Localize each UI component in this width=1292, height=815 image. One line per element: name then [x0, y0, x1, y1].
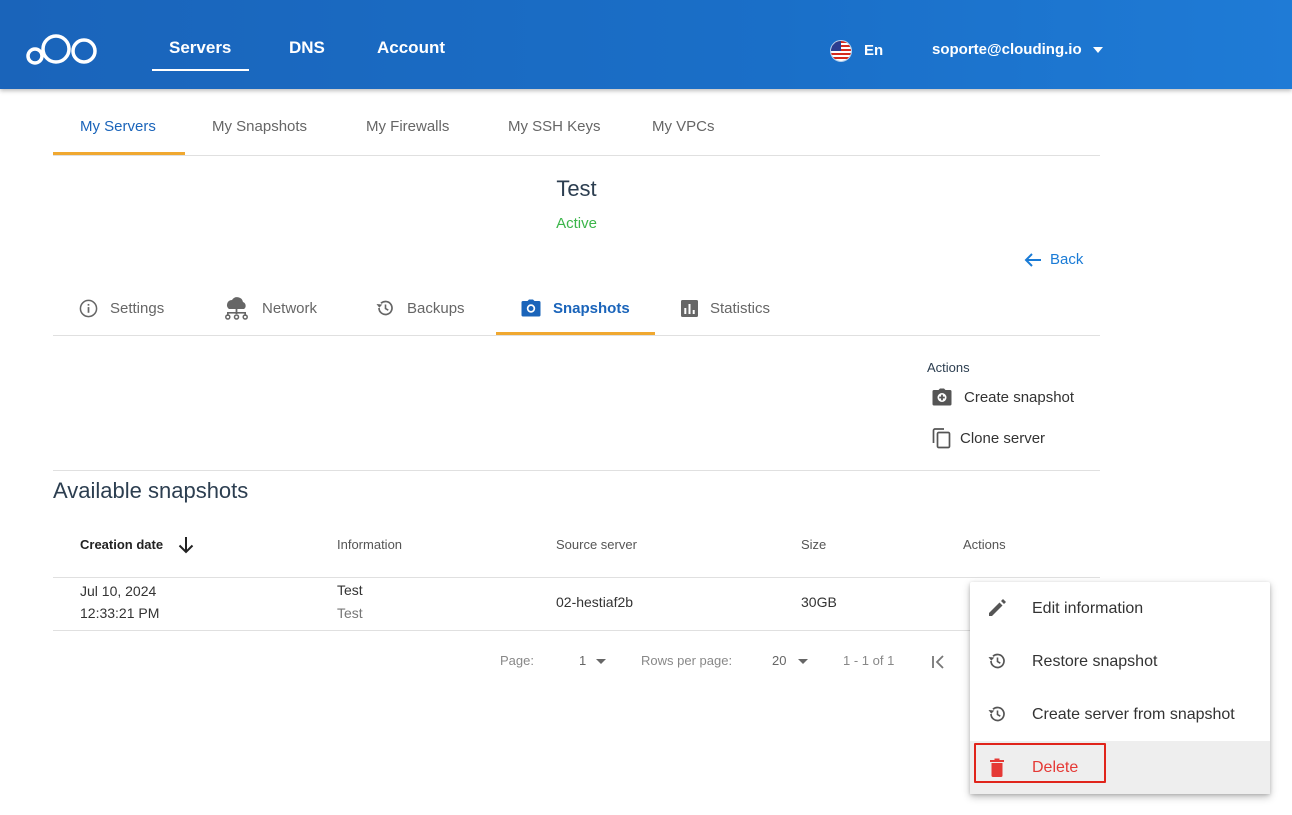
sort-arrow-down-icon[interactable]: [177, 535, 195, 555]
divider: [53, 577, 1100, 578]
divider: [53, 630, 1100, 631]
cloud-network-icon: [225, 297, 248, 320]
add-photo-icon: [932, 388, 952, 406]
tab-my-snapshots[interactable]: My Snapshots: [212, 118, 307, 135]
camera-icon: [521, 299, 541, 317]
bar-chart-icon: [681, 299, 698, 317]
tab-settings-label: Settings: [110, 299, 165, 317]
tab-snapshots[interactable]: Snapshots: [521, 296, 630, 320]
snapshot-time: 12:33:21 PM: [80, 605, 160, 621]
snapshot-source-server: 02-hestiaf2b: [556, 594, 634, 610]
nav-active-indicator: [152, 69, 249, 71]
tab-my-vpcs[interactable]: My VPCs: [652, 118, 715, 135]
section-title: Available snapshots: [53, 478, 249, 503]
chevron-down-icon[interactable]: [1093, 47, 1103, 53]
us-flag-icon[interactable]: [830, 40, 852, 62]
create-snapshot-button[interactable]: Create snapshot: [932, 388, 1074, 406]
tab-backups[interactable]: Backups: [375, 296, 465, 320]
history-icon: [988, 653, 1005, 669]
info-icon: [79, 299, 98, 317]
tab-network[interactable]: Network: [223, 296, 317, 320]
menu-item-restore-snapshot[interactable]: Restore snapshot: [970, 635, 1270, 688]
snapshot-date: Jul 10, 2024: [80, 583, 157, 599]
page-label: Page:: [500, 653, 534, 668]
menu-item-edit-information[interactable]: Edit information: [970, 582, 1270, 635]
pencil-icon: [989, 599, 1006, 616]
tab-backups-label: Backups: [407, 299, 465, 317]
snapshot-size: 30GB: [801, 594, 837, 610]
chevron-down-icon: [595, 659, 606, 665]
user-menu[interactable]: soporte@clouding.io: [932, 41, 1082, 58]
snapshot-actions-menu: Edit information Restore snapshot Create…: [970, 582, 1270, 794]
rows-per-page-select[interactable]: 20: [772, 653, 809, 668]
clone-server-button[interactable]: Clone server: [932, 428, 1045, 449]
column-header-source-server: Source server: [556, 537, 637, 552]
menu-item-delete[interactable]: Delete: [970, 741, 1270, 794]
rows-per-page-label: Rows per page:: [641, 653, 733, 668]
column-header-creation-date[interactable]: Creation date: [80, 537, 163, 552]
tab-my-ssh-keys[interactable]: My SSH Keys: [508, 118, 601, 135]
delete-highlight-box: [974, 743, 1106, 783]
nav-dns[interactable]: DNS: [289, 38, 325, 58]
nav-account[interactable]: Account: [377, 38, 445, 58]
tab-settings[interactable]: Settings: [79, 296, 164, 320]
tab-statistics-label: Statistics: [710, 299, 771, 317]
tab-snapshots-label: Snapshots: [553, 299, 630, 317]
back-label: Back: [1050, 251, 1084, 268]
server-status: Active: [556, 215, 597, 232]
history-icon: [988, 706, 1005, 722]
menu-item-create-server-from-snapshot[interactable]: Create server from snapshot: [970, 688, 1270, 741]
tab-my-firewalls[interactable]: My Firewalls: [366, 118, 449, 135]
history-icon: [376, 300, 393, 316]
snapshot-info-name: Test: [337, 582, 363, 598]
divider: [53, 335, 1100, 336]
top-navigation-bar: Servers DNS Account En soporte@clouding.…: [0, 0, 1292, 89]
pagination-range: 1 - 1 of 1: [843, 653, 895, 668]
language-selector[interactable]: En: [864, 42, 883, 59]
clouding-logo[interactable]: [26, 32, 98, 66]
chevron-down-icon: [798, 659, 809, 665]
copy-icon: [932, 428, 951, 449]
first-page-icon[interactable]: [931, 655, 945, 669]
back-button[interactable]: Back: [1024, 251, 1083, 268]
clone-server-label: Clone server: [960, 430, 1046, 447]
create-snapshot-label: Create snapshot: [964, 388, 1075, 406]
server-name: Test: [556, 176, 597, 201]
snapshot-info-description: Test: [337, 605, 363, 621]
tab-network-label: Network: [262, 299, 318, 317]
page-select[interactable]: 1: [579, 653, 606, 668]
column-header-size: Size: [801, 537, 827, 552]
tab-statistics[interactable]: Statistics: [681, 296, 770, 320]
column-header-information: Information: [337, 537, 403, 552]
tab-my-servers[interactable]: My Servers: [80, 118, 156, 135]
actions-title: Actions: [927, 360, 970, 375]
divider: [53, 470, 1100, 471]
arrow-left-icon: [1024, 252, 1041, 267]
nav-servers[interactable]: Servers: [169, 38, 231, 58]
divider: [53, 155, 1100, 156]
column-header-actions: Actions: [963, 537, 1006, 552]
